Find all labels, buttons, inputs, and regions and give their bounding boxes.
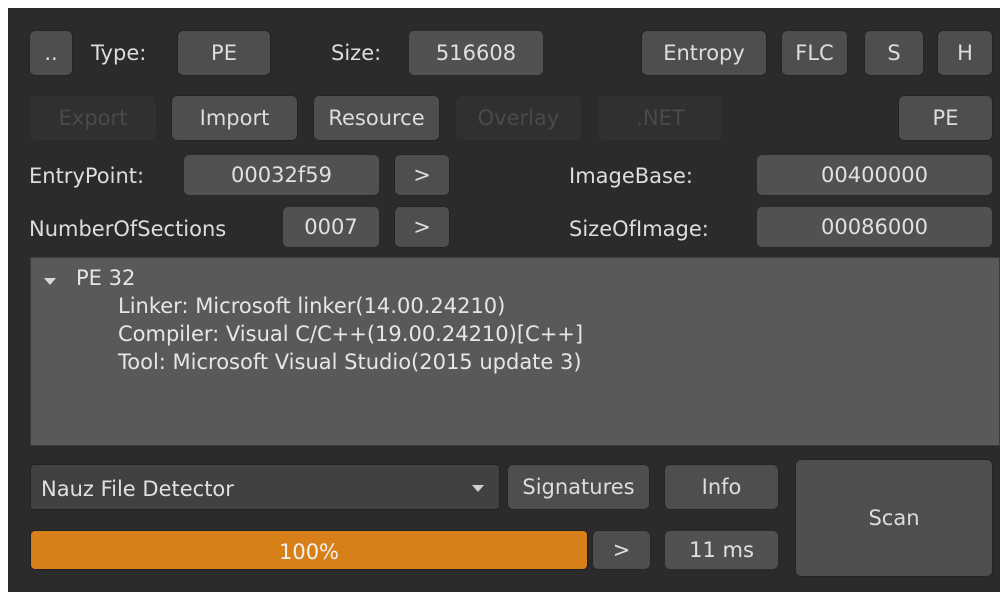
numsections-label: NumberOfSections — [29, 217, 227, 241]
entrypoint-value: 00032f59 — [183, 154, 380, 196]
detector-select[interactable]: Nauz File Detector — [30, 464, 500, 510]
export-button[interactable]: Export — [29, 95, 157, 141]
tree-item-linker[interactable]: Linker: Microsoft linker(14.00.24210) — [118, 296, 505, 317]
chevron-down-icon — [472, 485, 484, 492]
type-label: Type: — [91, 41, 147, 65]
info-button[interactable]: Info — [664, 464, 779, 510]
sizeofimage-label: SizeOfImage: — [569, 217, 709, 241]
scan-time-value: 11 ms — [664, 530, 779, 570]
expand-arrow-icon[interactable] — [44, 278, 56, 285]
browse-parent-button[interactable]: .. — [29, 30, 73, 76]
progress-text: 100% — [278, 540, 340, 564]
type-selector-button[interactable]: PE — [177, 30, 271, 76]
signatures-button[interactable]: Signatures — [507, 464, 650, 510]
tree-root[interactable]: PE 32 — [76, 268, 135, 289]
flc-button[interactable]: FLC — [781, 30, 848, 76]
size-label: Size: — [331, 41, 382, 65]
numsections-value: 0007 — [282, 206, 380, 248]
main-window: .. Type: PE Size: 516608 Entropy FLC S H… — [8, 8, 1000, 592]
detector-selected-value: Nauz File Detector — [41, 477, 234, 501]
strings-button[interactable]: S — [864, 30, 924, 76]
import-button[interactable]: Import — [171, 95, 298, 141]
resource-button[interactable]: Resource — [313, 95, 440, 141]
entrypoint-label: EntryPoint: — [29, 164, 145, 188]
imagebase-label: ImageBase: — [569, 164, 693, 188]
tree-item-compiler[interactable]: Compiler: Visual C/C++(19.00.24210)[C++] — [118, 324, 583, 345]
tree-item-tool[interactable]: Tool: Microsoft Visual Studio(2015 updat… — [118, 352, 582, 373]
scan-button[interactable]: Scan — [795, 459, 993, 577]
results-tree[interactable]: PE 32 Linker: Microsoft linker(14.00.242… — [30, 257, 1000, 446]
entropy-button[interactable]: Entropy — [641, 30, 767, 76]
hex-button[interactable]: H — [937, 30, 993, 76]
progress-bar: 100% — [30, 530, 588, 570]
sections-goto-button[interactable]: > — [394, 206, 450, 248]
overlay-button[interactable]: Overlay — [455, 95, 582, 141]
imagebase-value: 00400000 — [756, 154, 993, 196]
entrypoint-goto-button[interactable]: > — [394, 154, 450, 196]
dotnet-button[interactable]: .NET — [597, 95, 724, 141]
progress-next-button[interactable]: > — [592, 530, 651, 570]
sizeofimage-value: 00086000 — [756, 206, 993, 248]
pe-viewer-button[interactable]: PE — [898, 95, 993, 141]
size-value: 516608 — [408, 30, 544, 76]
